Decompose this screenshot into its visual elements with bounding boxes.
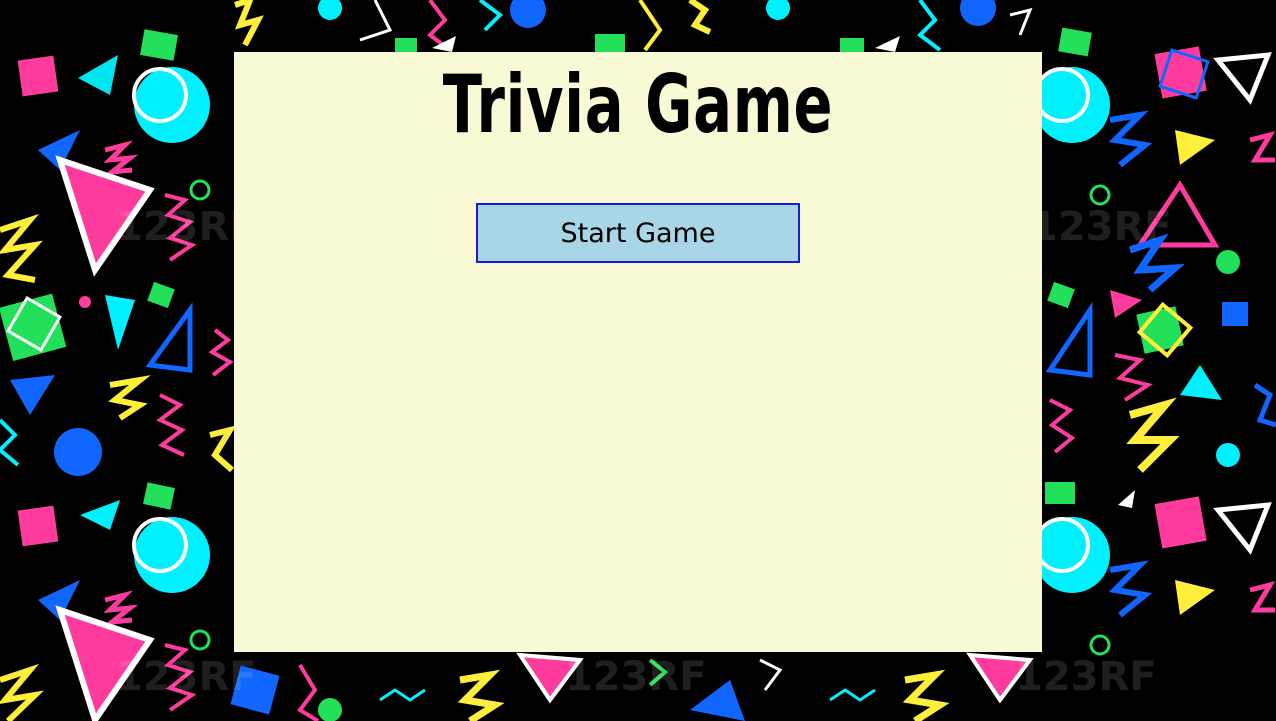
start-game-button[interactable]: Start Game	[476, 203, 800, 263]
watermark-text: 123RF	[565, 654, 707, 700]
watermark-text: 123RF	[115, 654, 257, 700]
page-title: Trivia Game	[442, 58, 834, 151]
game-panel: Trivia Game Start Game	[234, 52, 1042, 652]
watermark-text: 123RF	[1030, 204, 1172, 250]
watermark-text: 123RF	[1015, 654, 1157, 700]
